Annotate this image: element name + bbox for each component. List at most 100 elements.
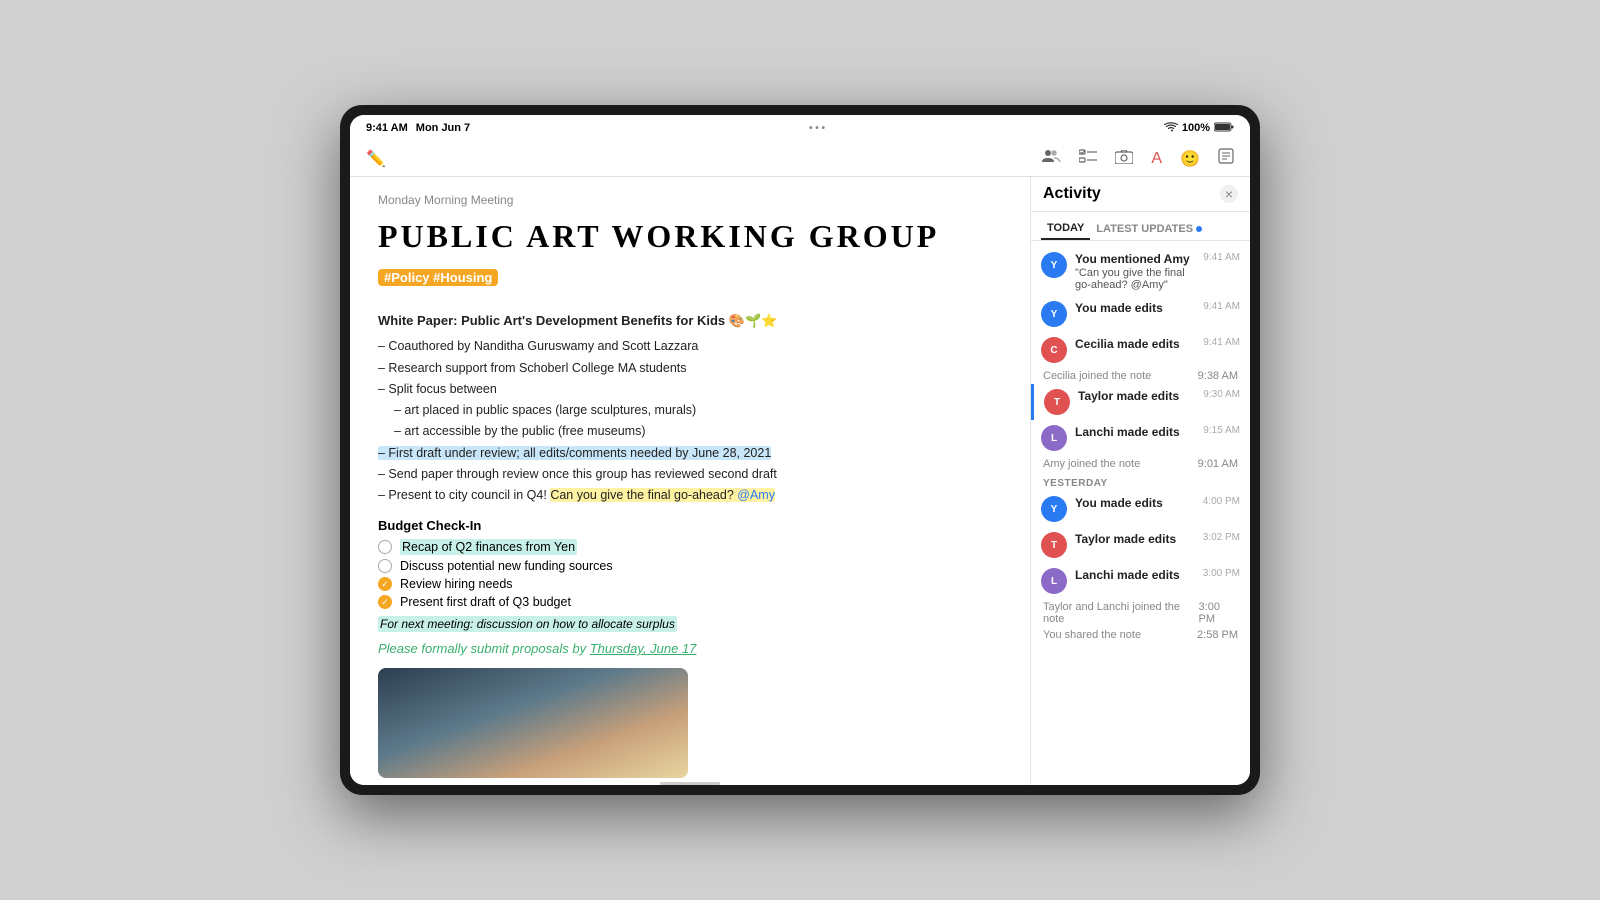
system-row-shared: You shared the note 2:58 PM	[1031, 627, 1250, 643]
activity-time-4: 9:30 AM	[1203, 389, 1240, 400]
activity-content-1: You mentioned Amy "Can you give the fina…	[1075, 252, 1195, 291]
paper-line-5: – art accessible by the public (free mus…	[378, 421, 1002, 442]
activity-item-taylor-today[interactable]: T Taylor made edits 9:30 AM	[1031, 384, 1250, 420]
activity-name-3: Cecilia made edits	[1075, 337, 1195, 351]
item-text-3: Review hiring needs	[400, 577, 513, 591]
activity-time-2: 9:41 AM	[1203, 301, 1240, 312]
tab-latest-updates[interactable]: LATEST UPDATES	[1090, 218, 1208, 240]
activity-name-6: You made edits	[1075, 496, 1195, 510]
activity-time-5: 9:15 AM	[1203, 425, 1240, 436]
item-text-1: Recap of Q2 finances from Yen	[400, 539, 577, 555]
paper-line-1: – Coauthored by Nanditha Guruswamy and S…	[378, 336, 1002, 357]
activity-list[interactable]: Y You mentioned Amy "Can you give the fi…	[1031, 241, 1250, 785]
activity-content-7: Taylor made edits	[1075, 532, 1195, 546]
activity-name-2: You made edits	[1075, 301, 1195, 315]
compose-icon[interactable]	[1218, 148, 1234, 169]
activity-item-taylor-yesterday[interactable]: T Taylor made edits 3:02 PM	[1031, 527, 1250, 563]
system-text-cecilia: Cecilia joined the note	[1043, 370, 1151, 382]
avatar-cecilia-1: C	[1041, 337, 1067, 363]
activity-time-3: 9:41 AM	[1203, 337, 1240, 348]
system-time-taylor-lanchi: 3:00 PM	[1199, 601, 1238, 625]
activity-time-7: 3:02 PM	[1203, 532, 1240, 543]
activity-name-8: Lanchi made edits	[1075, 568, 1195, 582]
activity-tabs: TODAY LATEST UPDATES	[1031, 212, 1250, 241]
activity-item-cecilia[interactable]: C Cecilia made edits 9:41 AM	[1031, 332, 1250, 368]
checkbox-checked-4[interactable]: ✓	[378, 595, 392, 609]
checkbox-checked-3[interactable]: ✓	[378, 577, 392, 591]
scroll-indicator	[660, 782, 720, 785]
checklist-item-2: Discuss potential new funding sources	[378, 559, 1002, 573]
paper-line-3: – Split focus between	[378, 379, 1002, 400]
system-text-taylor-lanchi: Taylor and Lanchi joined the note	[1043, 601, 1199, 625]
activity-time-1: 9:41 AM	[1203, 252, 1240, 263]
activity-name-4: Taylor made edits	[1078, 389, 1195, 403]
activity-item-you-edits[interactable]: Y You made edits 9:41 AM	[1031, 296, 1250, 332]
activity-panel: Activity × TODAY LATEST UPDATES Y You me…	[1030, 177, 1250, 785]
paper-line-highlight: – First draft under review; all edits/co…	[378, 443, 1002, 464]
yesterday-label: YESTERDAY	[1031, 472, 1250, 491]
system-time-cecilia: 9:38 AM	[1198, 370, 1238, 382]
activity-content-8: Lanchi made edits	[1075, 568, 1195, 582]
system-text-shared: You shared the note	[1043, 629, 1141, 641]
budget-section: Budget Check-In Recap of Q2 finances fro…	[378, 518, 1002, 656]
avatar-you-3: Y	[1041, 496, 1067, 522]
battery-display: 100%	[1182, 122, 1210, 134]
checklist-icon[interactable]	[1079, 148, 1097, 169]
dots-display: • • •	[809, 123, 825, 134]
mention-amy: @Amy	[737, 488, 775, 502]
avatar-you-1: Y	[1041, 252, 1067, 278]
updates-badge	[1196, 226, 1202, 232]
avatar-taylor-2: T	[1041, 532, 1067, 558]
paper-line-2: – Research support from Schoberl College…	[378, 358, 1002, 379]
item-text-4: Present first draft of Q3 budget	[400, 595, 571, 609]
activity-header: Activity ×	[1031, 177, 1250, 212]
tag-display: #Policy #Housing	[378, 269, 498, 286]
highlight-blue-span: – First draft under review; all edits/co…	[378, 446, 771, 460]
lasso-icon[interactable]: ✏️	[366, 149, 386, 169]
ipad-device: 9:41 AM Mon Jun 7 • • • 100%	[340, 105, 1260, 795]
screen: 9:41 AM Mon Jun 7 • • • 100%	[350, 115, 1250, 785]
system-text-amy: Amy joined the note	[1043, 458, 1140, 470]
activity-content-3: Cecilia made edits	[1075, 337, 1195, 351]
time-display: 9:41 AM	[366, 122, 408, 134]
toolbar: ✏️	[350, 141, 1250, 177]
activity-item-you-yesterday[interactable]: Y You made edits 4:00 PM	[1031, 491, 1250, 527]
note-area[interactable]: Monday Morning Meeting PUBLIC ART WORKIN…	[350, 177, 1030, 785]
checkbox-empty-2[interactable]	[378, 559, 392, 573]
system-time-shared: 2:58 PM	[1197, 629, 1238, 641]
breadcrumb: Monday Morning Meeting	[378, 193, 1002, 207]
activity-content-5: Lanchi made edits	[1075, 425, 1195, 439]
activity-item-mention[interactable]: Y You mentioned Amy "Can you give the fi…	[1031, 247, 1250, 296]
activity-time-8: 3:00 PM	[1203, 568, 1240, 579]
avatar-lanchi-2: L	[1041, 568, 1067, 594]
checkbox-empty-1[interactable]	[378, 540, 392, 554]
status-right: 100%	[1164, 122, 1234, 135]
system-time-amy: 9:01 AM	[1198, 458, 1238, 470]
people-icon[interactable]	[1041, 148, 1061, 169]
paper-line-4: – art placed in public spaces (large scu…	[378, 400, 1002, 421]
activity-name-5: Lanchi made edits	[1075, 425, 1195, 439]
meeting-note: For next meeting: discussion on how to a…	[378, 616, 677, 632]
close-button[interactable]: ×	[1220, 185, 1238, 203]
activity-title: Activity	[1043, 185, 1101, 203]
activity-item-lanchi-today[interactable]: L Lanchi made edits 9:15 AM	[1031, 420, 1250, 456]
activity-item-lanchi-yesterday[interactable]: L Lanchi made edits 3:00 PM	[1031, 563, 1250, 599]
activity-desc-1: "Can you give the final go-ahead? @Amy"	[1075, 267, 1195, 291]
status-bar: 9:41 AM Mon Jun 7 • • • 100%	[350, 115, 1250, 141]
paper-title: White Paper: Public Art's Development Be…	[378, 310, 1002, 332]
budget-title: Budget Check-In	[378, 518, 1002, 533]
emoji-icon[interactable]: 🙂	[1180, 149, 1200, 169]
wifi-icon	[1164, 122, 1178, 135]
battery-icon	[1214, 122, 1234, 135]
note-body: White Paper: Public Art's Development Be…	[378, 310, 1002, 506]
status-left: 9:41 AM Mon Jun 7	[366, 122, 470, 134]
avatar-taylor-1: T	[1044, 389, 1070, 415]
checklist-item-3: ✓ Review hiring needs	[378, 577, 1002, 591]
markup-icon[interactable]: A	[1151, 150, 1162, 168]
meeting-note-wrap: For next meeting: discussion on how to a…	[378, 615, 1002, 633]
checklist-item-4: ✓ Present first draft of Q3 budget	[378, 595, 1002, 609]
camera-icon[interactable]	[1115, 148, 1133, 169]
activity-content-4: Taylor made edits	[1078, 389, 1195, 403]
toolbar-left: ✏️	[366, 149, 386, 169]
tab-today[interactable]: TODAY	[1041, 218, 1090, 240]
